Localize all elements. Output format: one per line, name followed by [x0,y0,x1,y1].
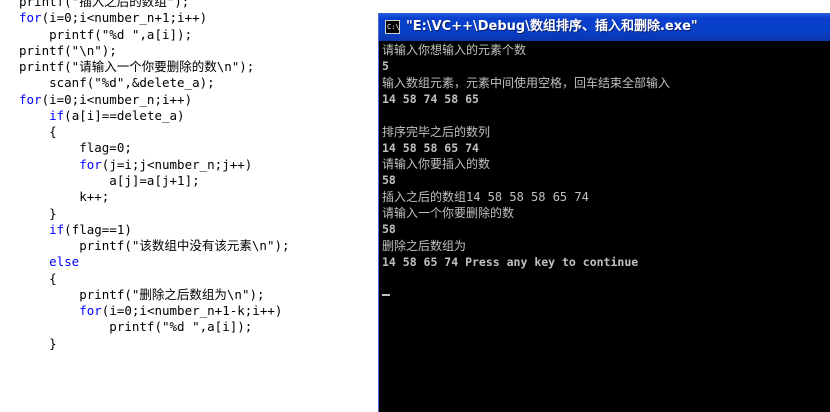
code-text: { [19,270,57,286]
code-line: { [19,124,57,140]
console-app-icon[interactable]: C:\ [385,20,400,34]
console-output-line: 输入数组元素，元素中间使用空格，回车结束全部输入 [382,75,671,90]
code-text: printf("\n"); [19,42,117,58]
code-editor[interactable]: printf("插入之后的数组"); for(i=0;i<number_n+1;i… [0,0,378,412]
code-line: if(flag==1) [19,222,132,238]
console-output-line: 删除之后数组为 [382,238,467,253]
screen: printf("插入之后的数组"); for(i=0;i<number_n+1;i… [0,0,830,412]
console-output-line: 14 58 58 65 74 [382,140,479,155]
console-title: "E:\VC++\Debug\数组排序、插入和删除.exe" [406,19,698,34]
code-line: for(i=0;i<number_n;i++) [19,92,192,108]
code-text: { [19,124,57,140]
console-output-line: 插入之后的数组14 58 58 58 65 74 [382,189,589,204]
console-titlebar[interactable]: C:\ "E:\VC++\Debug\数组排序、插入和删除.exe" [379,13,830,41]
code-line: for(i=0;i<number_n+1-k;i++) [19,303,282,319]
code-line: { [19,271,57,287]
code-line: printf("\n"); [19,43,117,59]
console-output-line: 排序完毕之后的数列 [382,124,491,139]
code-line: } [19,206,57,222]
code-text: (a[i]==delete_a) [64,107,185,123]
code-line: } [19,336,57,352]
code-line: for(i=0;i<number_n+1;i++) [19,10,207,26]
console-output-line: 请输入你想输入的元素个数 [382,43,527,57]
code-keyword: if [49,107,65,123]
text-cursor [382,294,390,296]
code-text: (flag==1) [64,221,132,237]
code-keyword: for [79,303,102,319]
console-output-line: 58 [382,222,396,237]
code-text: printf("%d ",a[i]); [19,319,253,335]
code-text: printf("删除之后数组为\n"); [19,286,265,302]
console-output[interactable]: 请输入你想输入的元素个数 5 输入数组元素，元素中间使用空格，回车结束全部输入 14 … [379,41,830,412]
console-output-line: 14 58 74 58 65 [382,91,479,106]
code-line: printf("删除之后数组为\n"); [19,286,265,303]
code-text: printf("%d ",a[i]); [19,26,193,42]
console-window[interactable]: C:\ "E:\VC++\Debug\数组排序、插入和删除.exe" 请输入你想… [378,13,830,412]
code-line: printf("该数组中没有该元素\n"); [19,238,290,254]
code-line: printf("%d ",a[i]); [19,319,252,335]
code-keyword: else [49,254,80,270]
code-keyword: for [19,10,42,26]
code-text: (i=0;i<number_n;i++) [41,91,193,107]
code-text: a[j]=a[j+1]; [19,172,200,188]
code-keyword: for [79,156,102,172]
code-text: printf("插入之后的数组"); [19,0,190,9]
code-line: scanf("%d",&delete_a); [19,75,215,91]
code-line: k++; [19,189,109,205]
code-text: printf("请输入一个你要删除的数\n"); [19,59,255,75]
code-text: (i=0;i<number_n+1;i++) [41,10,208,26]
code-line: printf("插入之后的数组"); [19,0,189,10]
code-line: a[j]=a[j+1]; [19,172,200,189]
code-keyword: for [19,91,42,107]
code-text: k++; [19,189,110,205]
code-keyword: if [49,221,65,237]
code-text: } [19,335,57,351]
code-line: for(j=i;j<number_n;j++) [19,157,252,173]
code-line: flag=0; [19,140,132,156]
code-line: if(a[i]==delete_a) [19,107,185,124]
console-output-line: 请输入一个你要删除的数 [382,206,515,220]
console-output-line: 58 [382,173,396,188]
code-text: (i=0;i<number_n+1-k;i++) [101,303,283,319]
code-text: printf("该数组中没有该元素\n"); [19,238,290,254]
code-line: printf("请输入一个你要删除的数\n"); [19,59,254,75]
code-text: } [19,205,57,221]
console-output-line: 14 58 65 74 Press any key to continue [382,254,639,269]
code-text: scanf("%d",&delete_a); [19,75,215,91]
code-line: printf("%d ",a[i]); [19,27,192,43]
code-line: else [19,254,79,270]
code-text: (j=i;j<number_n;j++) [101,156,253,172]
console-output-line: 5 [382,59,389,74]
code-text: flag=0; [19,140,132,156]
console-output-line: 请输入你要插入的数 [382,157,491,172]
